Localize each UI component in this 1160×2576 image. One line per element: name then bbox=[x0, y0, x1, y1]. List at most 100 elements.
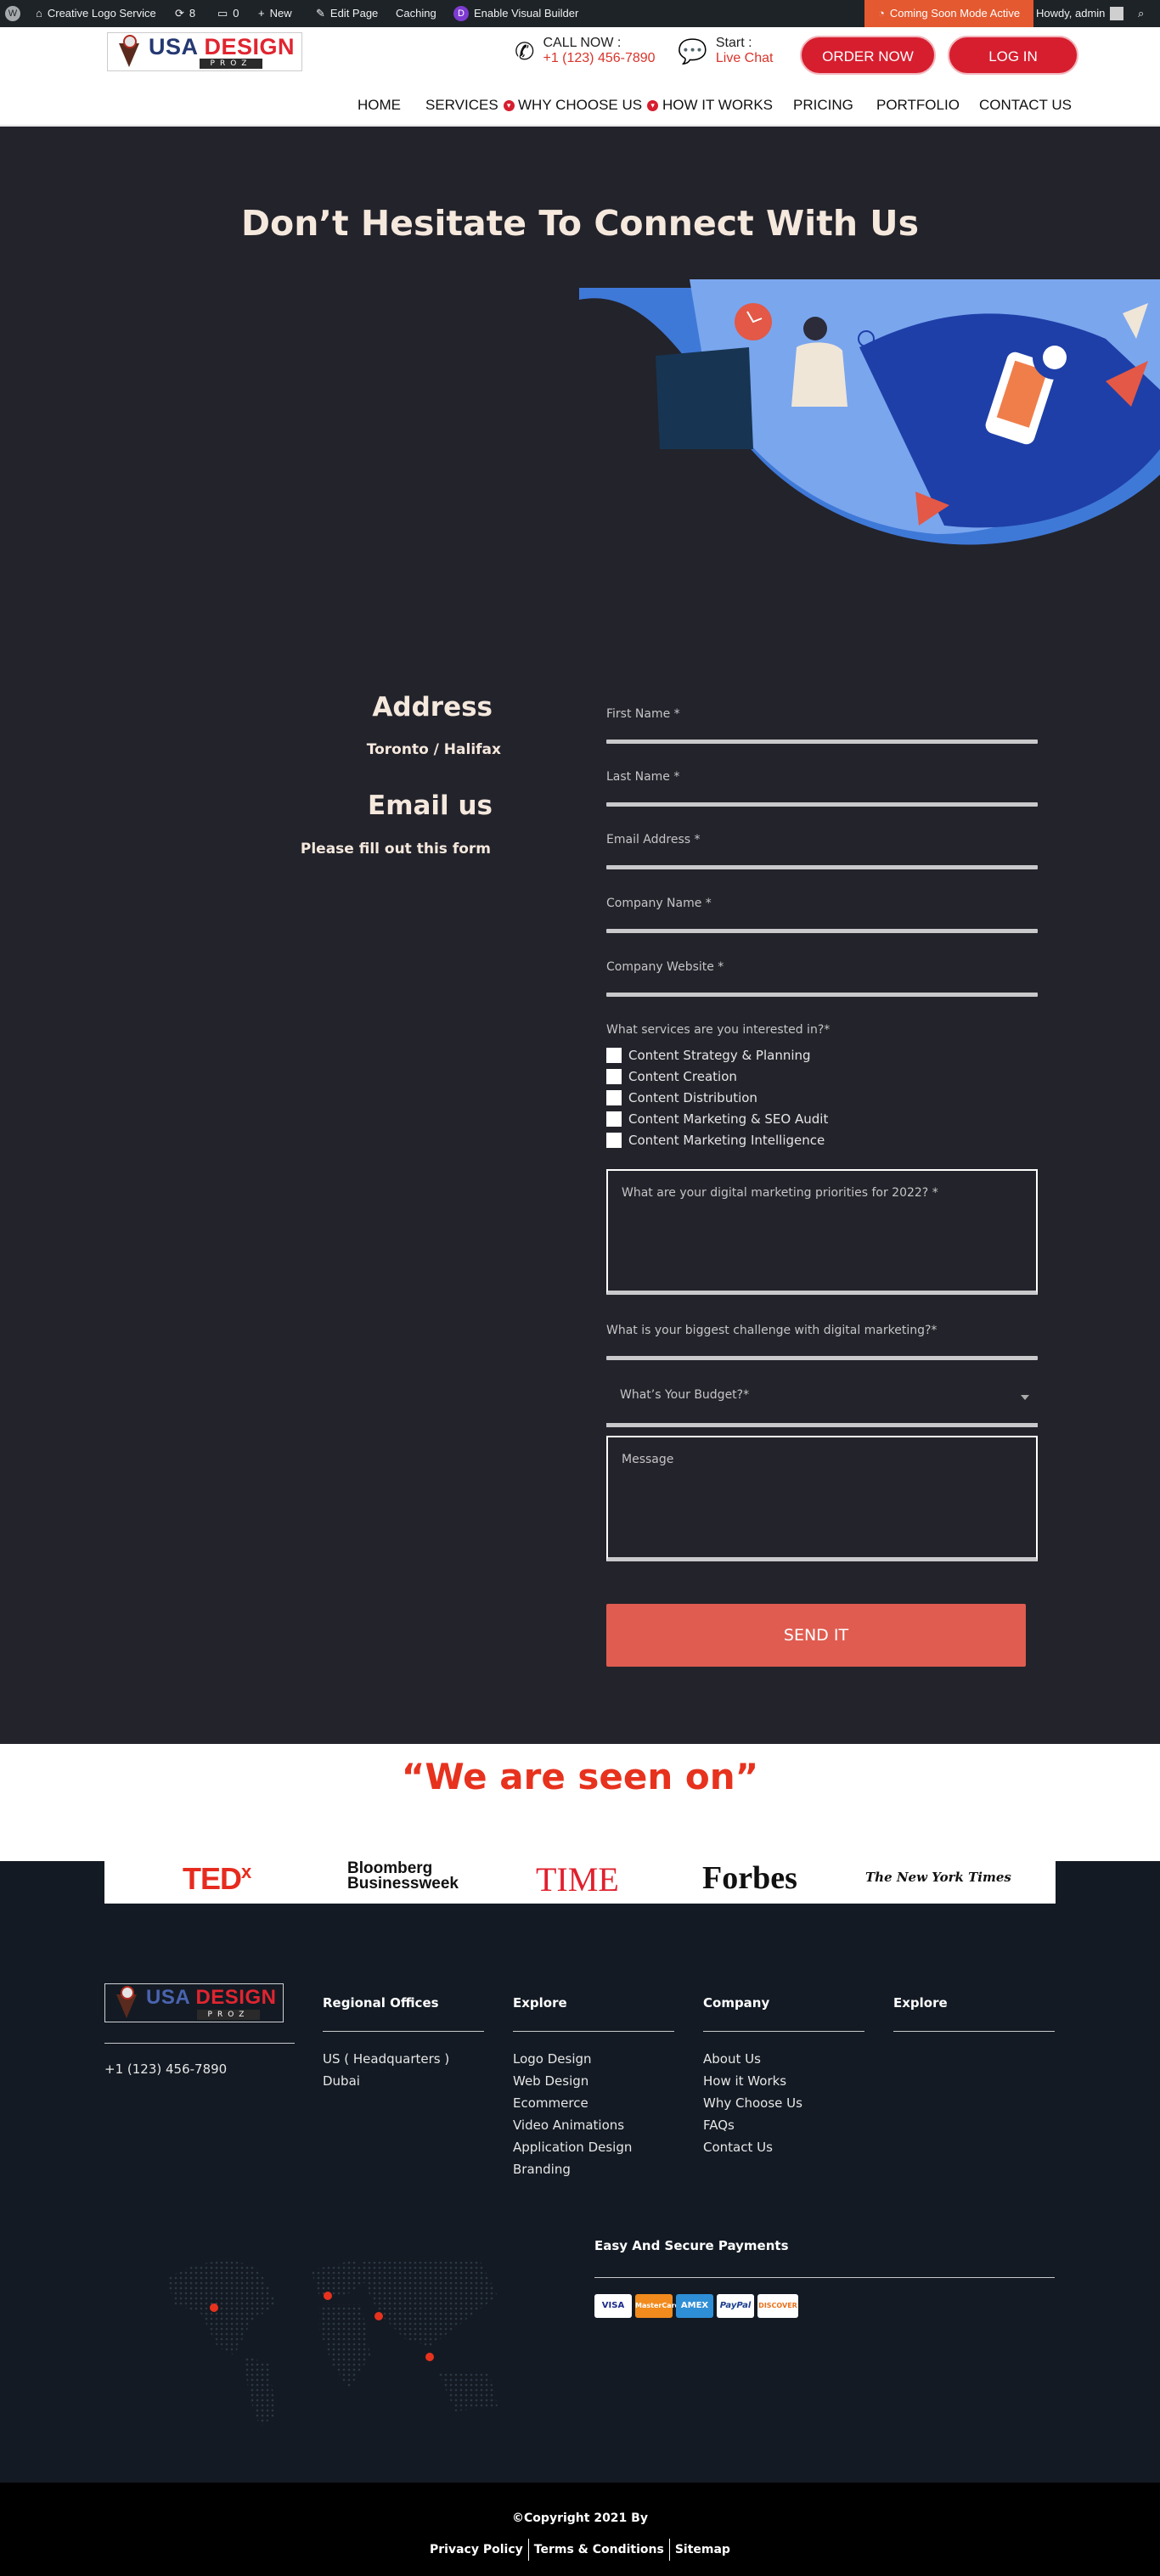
explore-link[interactable]: Application Design bbox=[513, 2140, 632, 2155]
visa-card-icon: VISA bbox=[594, 2294, 632, 2318]
nav-portfolio[interactable]: PORTFOLIO bbox=[876, 97, 960, 114]
link-divider bbox=[527, 2539, 529, 2561]
nav-services[interactable]: SERVICES ▾ bbox=[425, 97, 515, 114]
contact-illustration bbox=[579, 279, 1160, 545]
service-checkbox[interactable]: Content Distribution bbox=[606, 1090, 757, 1105]
checkbox-icon bbox=[606, 1133, 622, 1148]
nav-pricing[interactable]: PRICING bbox=[793, 97, 853, 114]
company-name-field[interactable]: Company Name * bbox=[606, 897, 1038, 933]
service-checkbox[interactable]: Content Strategy & Planning bbox=[606, 1048, 811, 1063]
footer-logo[interactable]: USA DESIGN PROZ bbox=[104, 1983, 284, 2022]
explore2-heading: Explore bbox=[893, 1995, 948, 2011]
admin-site-name: Creative Logo Service bbox=[47, 7, 156, 20]
terms-link[interactable]: Terms & Conditions bbox=[534, 2543, 664, 2556]
map-pin-icon bbox=[374, 2312, 383, 2320]
company-divider bbox=[703, 2031, 864, 2032]
email-label: Email Address * bbox=[606, 833, 701, 846]
site-logo[interactable]: USA DESIGN PROZ bbox=[107, 32, 303, 71]
world-map bbox=[166, 2260, 498, 2427]
call-number[interactable]: +1 (123) 456-7890 bbox=[543, 51, 655, 66]
challenge-label: What is your biggest challenge with digi… bbox=[606, 1324, 938, 1337]
first-name-label: First Name * bbox=[606, 707, 680, 721]
explore-link[interactable]: Web Design bbox=[513, 2073, 588, 2089]
admin-visual-builder[interactable]: D Enable Visual Builder bbox=[453, 0, 578, 27]
live-chat-link[interactable]: Live Chat bbox=[716, 51, 774, 66]
company-link[interactable]: How it Works bbox=[703, 2073, 786, 2089]
coming-soon-badge[interactable]: ◔ Coming Soon Mode Active bbox=[864, 0, 1034, 27]
link-divider bbox=[668, 2539, 670, 2561]
regional-office-item[interactable]: US ( Headquarters ) bbox=[323, 2051, 449, 2067]
admin-updates[interactable]: ⟳ 8 bbox=[175, 0, 195, 27]
regional-offices-heading: Regional Offices bbox=[323, 1995, 439, 2011]
checkbox-icon bbox=[606, 1090, 622, 1105]
admin-caching[interactable]: Caching bbox=[396, 0, 436, 27]
nav-home[interactable]: HOME bbox=[358, 97, 401, 114]
logo-design-text: DESIGN bbox=[204, 34, 296, 59]
service-checkbox[interactable]: Content Marketing Intelligence bbox=[606, 1133, 825, 1148]
mastercard-icon: MasterCard bbox=[635, 2294, 679, 2318]
explore-link[interactable]: Video Animations bbox=[513, 2118, 624, 2133]
visual-builder-label: Enable Visual Builder bbox=[474, 7, 579, 20]
last-name-field[interactable]: Last Name * bbox=[606, 770, 1038, 807]
company-link[interactable]: Contact Us bbox=[703, 2140, 773, 2155]
chevron-down-icon: ▾ bbox=[647, 99, 659, 111]
copyright-text: ©Copyright 2021 By bbox=[512, 2511, 648, 2525]
budget-placeholder: What’s Your Budget?* bbox=[620, 1388, 750, 1402]
admin-comments[interactable]: ▭ 0 bbox=[217, 0, 239, 27]
nav-how-it-works[interactable]: HOW IT WORKS bbox=[662, 97, 773, 114]
company-website-underline bbox=[606, 993, 1038, 997]
message-textarea[interactable]: Message bbox=[606, 1436, 1038, 1561]
challenge-underline bbox=[606, 1356, 1038, 1360]
last-name-label: Last Name * bbox=[606, 770, 680, 784]
explore-link[interactable]: Logo Design bbox=[513, 2051, 592, 2067]
regional-office-item[interactable]: Dubai bbox=[323, 2073, 360, 2089]
checkbox-icon bbox=[606, 1069, 622, 1084]
admin-account[interactable]: Howdy, admin bbox=[1036, 0, 1124, 27]
budget-select[interactable]: What’s Your Budget?* bbox=[606, 1383, 1038, 1434]
explore-link[interactable]: Ecommerce bbox=[513, 2095, 588, 2111]
checkbox-icon bbox=[606, 1111, 622, 1127]
live-chat-block[interactable]: 💬 Start : Live Chat bbox=[678, 36, 773, 66]
company-heading: Company bbox=[703, 1995, 770, 2011]
company-link[interactable]: About Us bbox=[703, 2051, 761, 2067]
tedx-ted-text: TED bbox=[183, 1861, 242, 1896]
admin-new[interactable]: + New bbox=[258, 0, 292, 27]
nav-contact-us[interactable]: CONTACT US bbox=[979, 97, 1072, 114]
services-question: What services are you interested in?* bbox=[606, 1023, 831, 1037]
order-now-button[interactable]: ORDER NOW bbox=[800, 36, 936, 75]
site-footer: USA DESIGN PROZ +1 (123) 456-7890 Region… bbox=[0, 1861, 1160, 2483]
service-label: Content Marketing Intelligence bbox=[628, 1133, 825, 1148]
payments-heading: Easy And Secure Payments bbox=[594, 2238, 789, 2253]
phone-icon: ✆ bbox=[515, 37, 535, 65]
company-link[interactable]: Why Choose Us bbox=[703, 2095, 802, 2111]
last-name-underline bbox=[606, 802, 1038, 807]
priorities-textarea[interactable]: What are your digital marketing prioriti… bbox=[606, 1169, 1038, 1295]
send-button[interactable]: SEND IT bbox=[606, 1604, 1026, 1667]
company-link[interactable]: FAQs bbox=[703, 2118, 735, 2133]
admin-search-icon[interactable]: ⌕ bbox=[1138, 0, 1144, 27]
company-name-label: Company Name * bbox=[606, 897, 712, 910]
regional-divider bbox=[323, 2031, 484, 2032]
chat-bubble-icon: 💬 bbox=[678, 37, 707, 65]
service-checkbox[interactable]: Content Marketing & SEO Audit bbox=[606, 1111, 828, 1127]
nav-why-choose-us[interactable]: WHY CHOOSE US ▾ bbox=[518, 97, 659, 114]
seen-on-section: “We are seen on” bbox=[0, 1744, 1160, 1861]
company-website-field[interactable]: Company Website * bbox=[606, 960, 1038, 997]
admin-edit-page[interactable]: ✎ Edit Page bbox=[316, 0, 378, 27]
admin-new-label: New bbox=[269, 7, 292, 20]
sitemap-link[interactable]: Sitemap bbox=[675, 2543, 730, 2556]
wordpress-logo-icon[interactable]: W bbox=[5, 0, 20, 27]
first-name-field[interactable]: First Name * bbox=[606, 707, 1038, 744]
contact-section: Don’t Hesitate To Connect With Us Addres… bbox=[0, 127, 1160, 1744]
call-now-block[interactable]: ✆ CALL NOW : +1 (123) 456-7890 bbox=[515, 36, 656, 66]
service-checkbox[interactable]: Content Creation bbox=[606, 1069, 737, 1084]
email-field[interactable]: Email Address * bbox=[606, 833, 1038, 869]
explore-link[interactable]: Branding bbox=[513, 2162, 571, 2177]
footer-phone[interactable]: +1 (123) 456-7890 bbox=[104, 2061, 227, 2077]
explore-heading: Explore bbox=[513, 1995, 567, 2011]
challenge-field[interactable]: What is your biggest challenge with digi… bbox=[606, 1324, 1038, 1360]
company-website-label: Company Website * bbox=[606, 960, 724, 974]
login-button[interactable]: LOG IN bbox=[948, 36, 1078, 75]
privacy-policy-link[interactable]: Privacy Policy bbox=[430, 2543, 523, 2556]
admin-site-link[interactable]: ⌂ Creative Logo Service bbox=[36, 0, 156, 27]
